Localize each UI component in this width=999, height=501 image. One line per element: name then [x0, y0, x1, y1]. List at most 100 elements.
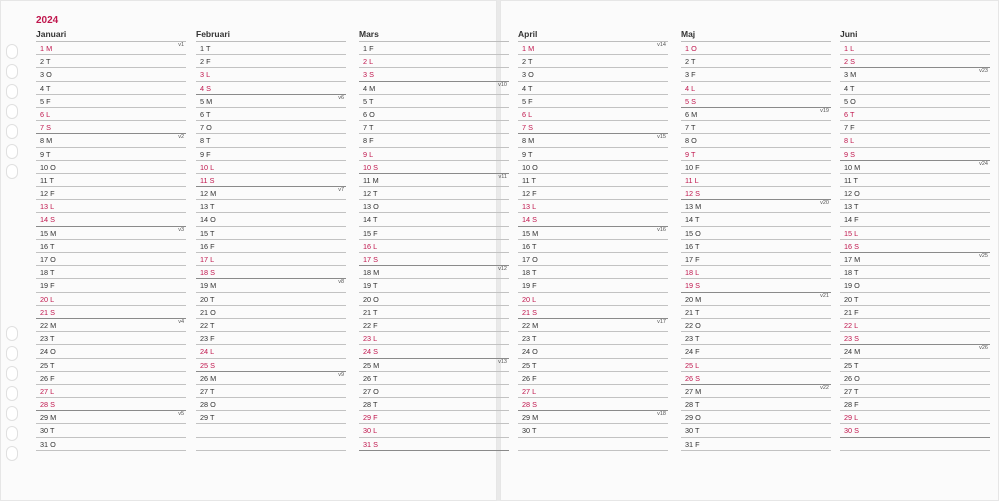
day-label: 2 L: [363, 57, 374, 67]
day-row: 23 F: [196, 332, 346, 346]
day-label: 17 O: [522, 255, 538, 264]
day-row: 7 F: [840, 121, 990, 135]
empty-row: [518, 438, 668, 451]
day-row: 1 F: [359, 42, 509, 56]
day-label: 20 T: [200, 294, 215, 304]
month-name: Mars: [359, 29, 509, 42]
day-row: 25 T: [36, 359, 186, 372]
binder-hole-icon: [6, 346, 18, 361]
day-row: 31 S: [359, 438, 509, 451]
day-row: 16 F: [196, 240, 346, 253]
day-row: 19 O: [840, 279, 990, 293]
day-row: 18 S: [196, 266, 346, 280]
day-row: 8 L: [840, 134, 990, 148]
day-label: 29 F: [363, 413, 378, 423]
day-label: 31 S: [363, 439, 379, 449]
day-label: 2 T: [40, 57, 51, 67]
week-number: v7: [338, 187, 344, 194]
day-label: 16 L: [363, 241, 378, 251]
day-label: 27 M: [685, 386, 702, 396]
day-row: 5 F: [518, 95, 668, 108]
day-label: 2 S: [844, 57, 855, 67]
day-label: 3 L: [200, 70, 211, 80]
day-row: 26 S: [681, 372, 831, 385]
day-label: 21 O: [200, 307, 216, 317]
day-label: 8 L: [844, 136, 855, 146]
day-label: 5 F: [522, 96, 533, 106]
month-column-maj: Maj 1 O 2 T 3 F 4 L 5 S 6 M v19 7 T 8 O 9 T 10 F 11 …: [681, 29, 831, 451]
day-row: 24 F: [681, 345, 831, 359]
day-row: 25 M v13: [359, 359, 509, 372]
day-row: 16 S: [840, 240, 990, 253]
day-label: 6 O: [363, 109, 375, 119]
day-label: 28 T: [363, 400, 378, 410]
day-row: 17 O: [518, 253, 668, 267]
day-row: 21 T: [359, 306, 509, 319]
day-label: 9 T: [40, 149, 51, 159]
day-row: 9 T: [681, 148, 831, 161]
week-number: v17: [657, 318, 666, 325]
day-row: 18 T: [36, 266, 186, 280]
day-label: 10 L: [200, 162, 215, 172]
day-label: 4 T: [844, 83, 855, 93]
day-label: 29 O: [685, 413, 701, 423]
day-label: 23 F: [200, 334, 215, 344]
day-label: 24 M: [844, 347, 861, 357]
day-row: 8 M v2: [36, 134, 186, 148]
day-row: 23 T: [681, 332, 831, 346]
day-label: 7 F: [844, 123, 855, 133]
day-row: 3 O: [36, 68, 186, 82]
day-label: 8 M: [40, 136, 53, 146]
day-label: 26 S: [685, 373, 701, 383]
day-label: 13 O: [363, 202, 379, 212]
day-label: 10 F: [685, 162, 700, 172]
day-label: 30 S: [844, 426, 860, 436]
day-row: 3 S: [359, 68, 509, 82]
day-row: 26 M v9: [196, 372, 346, 385]
day-label: 20 T: [844, 294, 859, 304]
day-label: 3 M: [844, 70, 857, 80]
day-label: 18 T: [844, 268, 859, 278]
day-label: 25 T: [844, 360, 859, 370]
day-label: 12 F: [522, 189, 537, 199]
day-label: 13 L: [40, 202, 55, 212]
day-row: 6 M v19: [681, 108, 831, 122]
day-row: 21 S: [36, 306, 186, 319]
day-row: 2 T: [518, 55, 668, 69]
month-name: Februari: [196, 29, 346, 42]
day-row: 20 T: [196, 293, 346, 306]
day-row: 14 S: [518, 213, 668, 227]
day-row: 28 O: [196, 398, 346, 412]
day-row: 24 O: [518, 345, 668, 359]
day-label: 30 T: [685, 426, 700, 436]
day-label: 18 M: [363, 268, 380, 278]
day-row: 22 F: [359, 319, 509, 333]
day-row: 22 O: [681, 319, 831, 333]
day-row: 26 F: [518, 372, 668, 385]
week-number: v18: [657, 411, 666, 418]
day-row: 18 M v12: [359, 266, 509, 280]
day-label: 12 T: [363, 189, 378, 199]
day-row: 5 T: [359, 95, 509, 108]
day-label: 14 F: [844, 215, 859, 225]
day-row: 28 S: [36, 398, 186, 412]
day-row: 12 M v7: [196, 187, 346, 201]
day-label: 16 T: [40, 241, 55, 251]
day-row: 26 F: [36, 372, 186, 385]
day-row: 10 L: [196, 161, 346, 174]
day-label: 15 M: [522, 228, 539, 238]
day-row: 10 F: [681, 161, 831, 174]
day-row: 30 L: [359, 424, 509, 438]
day-label: 1 M: [40, 44, 53, 53]
day-row: 17 O: [36, 253, 186, 267]
day-label: 26 M: [200, 373, 217, 383]
day-row: 14 T: [359, 213, 509, 227]
day-label: 22 F: [363, 320, 378, 330]
day-label: 22 O: [685, 320, 701, 330]
day-row: 30 S: [840, 424, 990, 438]
day-row: 20 L: [518, 293, 668, 306]
day-label: 4 L: [685, 83, 696, 93]
day-label: 14 S: [522, 215, 538, 225]
day-label: 19 F: [522, 281, 537, 291]
day-row: 13 T: [840, 200, 990, 214]
